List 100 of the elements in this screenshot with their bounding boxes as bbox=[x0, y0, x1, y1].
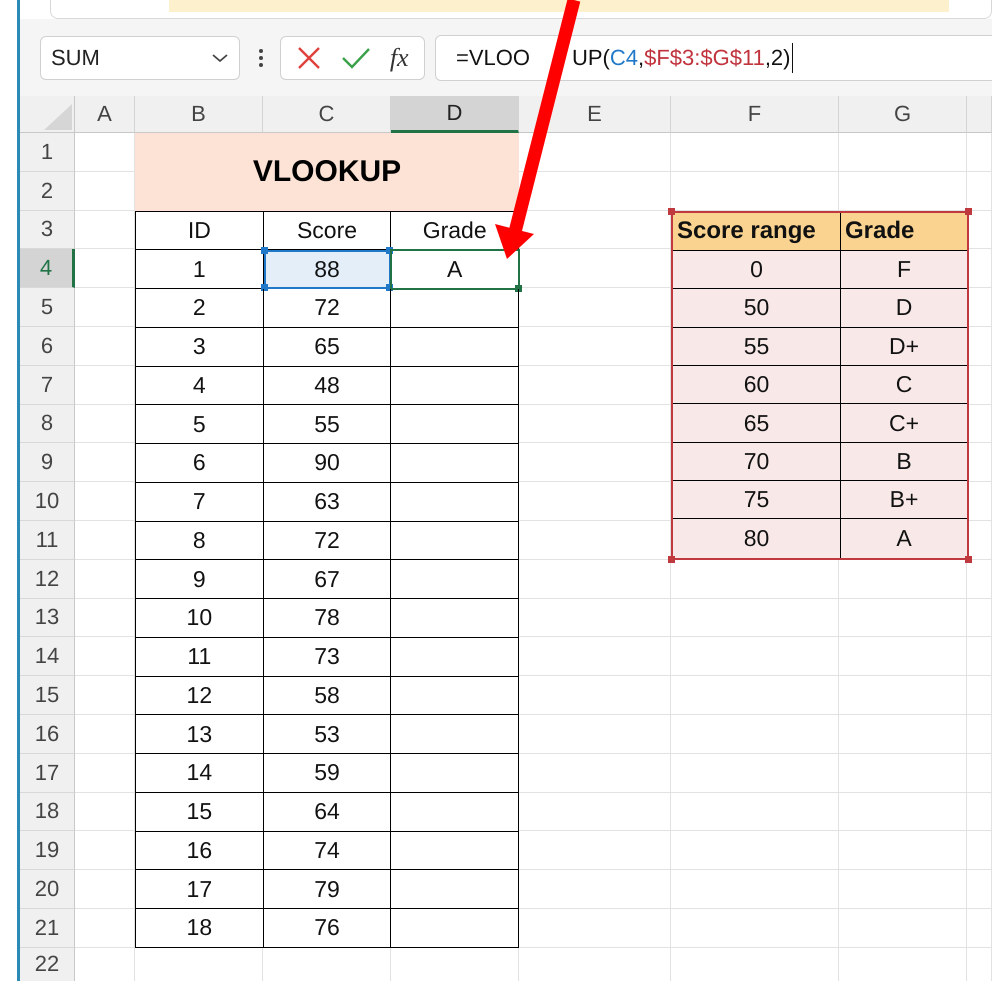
empty-cell bbox=[967, 831, 992, 870]
header-cell: Score range bbox=[673, 212, 841, 251]
fill-handle[interactable] bbox=[514, 285, 522, 292]
table-cell: 70 bbox=[673, 442, 841, 482]
table-cell: 14 bbox=[136, 754, 264, 793]
row-header[interactable]: 9 bbox=[20, 443, 75, 482]
table-cell: 4 bbox=[136, 366, 264, 406]
row-header[interactable]: 18 bbox=[20, 792, 75, 832]
table-cell: 11 bbox=[136, 638, 264, 677]
table-cell: 3 bbox=[136, 328, 264, 367]
table-cell: C+ bbox=[841, 404, 967, 443]
table-cell: 63 bbox=[264, 482, 392, 522]
table-cell-text: A bbox=[895, 524, 913, 554]
table-cell: 48 bbox=[264, 366, 392, 406]
row-header[interactable]: 7 bbox=[20, 366, 75, 405]
column-header[interactable]: B bbox=[135, 96, 263, 133]
row-header[interactable]: 15 bbox=[20, 676, 75, 715]
row-header[interactable]: 6 bbox=[20, 326, 75, 366]
table-cell: 0 bbox=[673, 250, 841, 290]
table-cell: D+ bbox=[841, 328, 967, 366]
table-cell: D bbox=[841, 289, 967, 328]
empty-cell bbox=[967, 714, 992, 754]
row-header[interactable]: 17 bbox=[20, 754, 75, 793]
row-header[interactable]: 12 bbox=[20, 560, 75, 599]
table-cell: 5 bbox=[136, 405, 264, 444]
selection-handle[interactable] bbox=[965, 556, 972, 563]
table-cell: 65 bbox=[673, 404, 841, 443]
table-cell: 90 bbox=[264, 444, 392, 483]
insert-function-button[interactable]: fx bbox=[390, 42, 409, 72]
formula-field[interactable]: =VLOO UP(C4,$F$3:$G$11,2) bbox=[435, 34, 992, 80]
empty-cell bbox=[967, 598, 992, 638]
column-header[interactable]: A bbox=[75, 96, 135, 133]
table-cell: 50 bbox=[673, 289, 841, 328]
cancel-icon[interactable] bbox=[296, 44, 322, 70]
table-cell: B+ bbox=[841, 481, 967, 520]
row-header[interactable]: 21 bbox=[20, 908, 75, 948]
chevron-down-icon[interactable] bbox=[211, 52, 229, 62]
row-header[interactable]: 22 bbox=[20, 948, 75, 981]
row-header[interactable]: 13 bbox=[20, 598, 75, 638]
column-header[interactable]: E bbox=[519, 96, 671, 133]
table-cell: 6 bbox=[136, 444, 264, 483]
row-header[interactable]: 2 bbox=[20, 172, 75, 211]
empty-cell bbox=[967, 870, 992, 909]
table-cell: 65 bbox=[264, 328, 392, 367]
table-cell: 15 bbox=[136, 792, 264, 832]
table-cell: 72 bbox=[264, 522, 392, 560]
selection-handle[interactable] bbox=[965, 208, 972, 215]
row-header[interactable]: 14 bbox=[20, 637, 75, 676]
empty-cell bbox=[967, 676, 992, 715]
title-cell: VLOOKUP bbox=[135, 133, 519, 211]
table-cell: 64 bbox=[264, 792, 392, 832]
name-box[interactable]: SUM bbox=[40, 36, 240, 80]
table-cell: B bbox=[841, 442, 967, 482]
table-cell: 88 bbox=[264, 250, 392, 290]
row-header[interactable]: 1 bbox=[20, 133, 75, 172]
empty-cell bbox=[967, 637, 992, 676]
table-cell: 55 bbox=[673, 328, 841, 366]
row-header[interactable]: 5 bbox=[20, 288, 75, 327]
table-cell: 18 bbox=[136, 908, 264, 948]
row-header[interactable]: 10 bbox=[20, 482, 75, 521]
column-header[interactable]: F bbox=[671, 96, 839, 133]
table-cell: 72 bbox=[264, 289, 392, 328]
table-cell: 55 bbox=[264, 405, 392, 444]
empty-cell bbox=[967, 792, 992, 832]
column-header[interactable]: C bbox=[263, 96, 391, 133]
table-cell: F bbox=[841, 250, 967, 290]
table-cell: 16 bbox=[136, 832, 264, 870]
row-header[interactable]: 20 bbox=[20, 870, 75, 909]
table-cell: 67 bbox=[264, 560, 392, 600]
row-header[interactable]: 19 bbox=[20, 831, 75, 870]
table-cell: 53 bbox=[264, 715, 392, 754]
formula-text: =VLOO UP(C4,$F$3:$G$11,2) bbox=[456, 44, 790, 70]
selection-handle[interactable] bbox=[668, 556, 675, 563]
row-header[interactable]: 4 bbox=[20, 249, 75, 288]
header-cell: Grade bbox=[841, 212, 967, 251]
row-header[interactable]: 16 bbox=[20, 714, 75, 754]
selection-handle[interactable] bbox=[260, 247, 268, 254]
table-cell: 79 bbox=[264, 870, 392, 909]
table-cell: A bbox=[391, 250, 519, 290]
table-cell: 78 bbox=[264, 599, 392, 638]
selection-handle[interactable] bbox=[668, 208, 675, 215]
table-cell: 10 bbox=[136, 599, 264, 638]
empty-cell bbox=[967, 754, 992, 793]
table-cell: 60 bbox=[673, 366, 841, 404]
table-cell: 7 bbox=[136, 482, 264, 522]
column-header[interactable]: G bbox=[839, 96, 967, 133]
text-cursor bbox=[792, 42, 793, 72]
table-cell: 58 bbox=[264, 676, 392, 716]
table-cell: 13 bbox=[136, 715, 264, 754]
table-cell: 75 bbox=[673, 481, 841, 520]
table-cell: 12 bbox=[136, 676, 264, 716]
table-cell: 17 bbox=[136, 870, 264, 909]
more-options-icon[interactable] bbox=[258, 48, 264, 68]
selection-handle[interactable] bbox=[260, 284, 268, 292]
name-box-value: SUM bbox=[51, 44, 100, 70]
column-header[interactable]: D bbox=[391, 96, 519, 133]
row-header[interactable]: 3 bbox=[20, 210, 75, 250]
row-header[interactable]: 11 bbox=[20, 520, 75, 560]
row-header[interactable]: 8 bbox=[20, 404, 75, 444]
check-icon[interactable] bbox=[341, 46, 372, 70]
